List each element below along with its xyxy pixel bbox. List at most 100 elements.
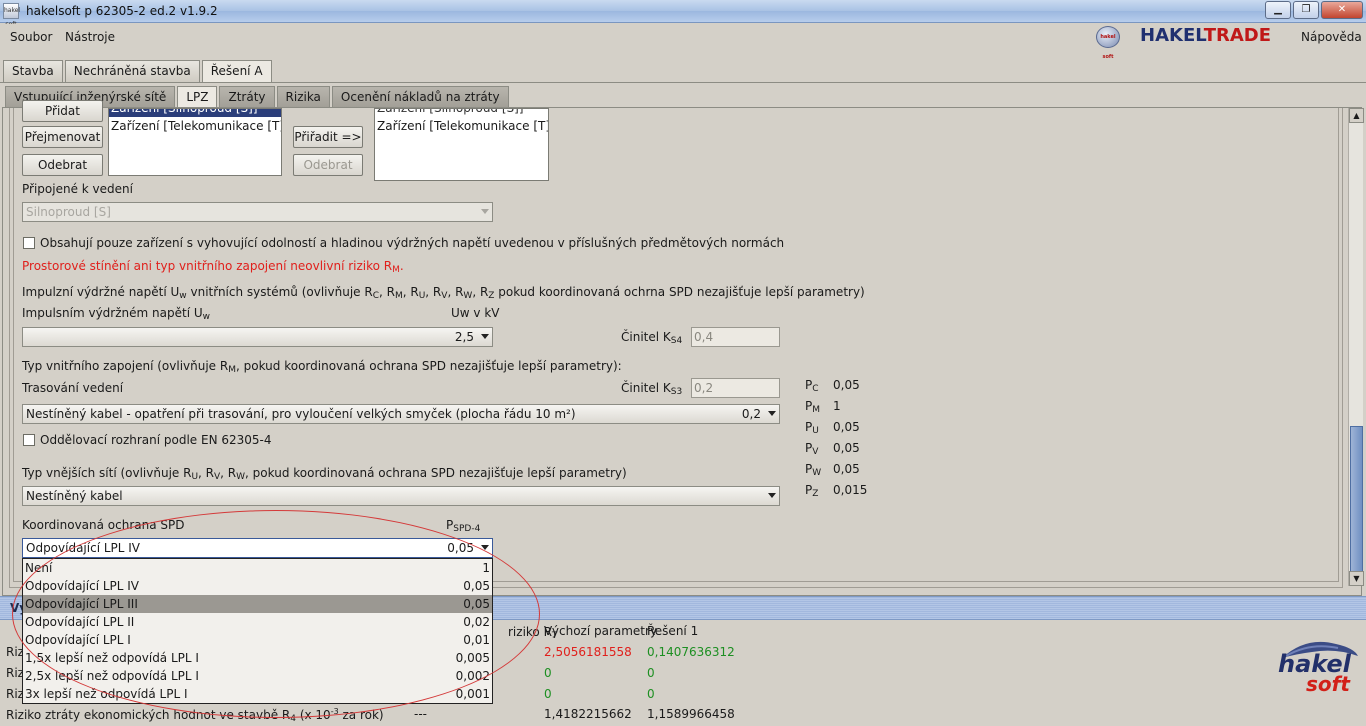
compliant-equipment-checkbox[interactable] bbox=[23, 237, 35, 249]
spd-option-label: 1,5x lepší než odpovídá LPL I bbox=[25, 651, 199, 665]
connected-label: Připojené k vedení bbox=[22, 182, 133, 196]
ks4-field[interactable]: 0,4 bbox=[691, 327, 780, 347]
prob-sub: V bbox=[812, 447, 819, 457]
prob-value: 1 bbox=[833, 399, 841, 413]
external-heading: Typ vnějších sítí (ovlivňuje RU, RV, RW,… bbox=[22, 466, 627, 482]
prob-value: 0,05 bbox=[833, 378, 860, 392]
zone-equipment-list[interactable]: Zařízení [Silnoproud [S]] Zařízení [Tele… bbox=[108, 108, 282, 176]
tab-overlay bbox=[3, 86, 1363, 108]
r4-tolerable: --- bbox=[414, 707, 427, 721]
prob-pu: PU 0,05 bbox=[805, 420, 860, 441]
brand-part2: TRADE bbox=[1203, 25, 1272, 46]
remove-button[interactable]: Odebrat bbox=[22, 154, 103, 176]
r4-label-text: Riziko ztráty ekonomických hodnot ve sta… bbox=[6, 708, 291, 722]
rename-button[interactable]: Přejmenovat bbox=[22, 126, 103, 148]
list-item[interactable]: Zařízení [Silnoproud [S]] bbox=[109, 109, 281, 117]
warning-end: . bbox=[399, 259, 404, 273]
vertical-scrollbar[interactable]: ▲ ▼ bbox=[1348, 108, 1364, 586]
spd-option-label: Odpovídající LPL I bbox=[25, 633, 131, 647]
row-solution: 0 bbox=[647, 687, 655, 701]
list-item[interactable]: Zařízení [Telekomunikace [T]] bbox=[375, 117, 548, 135]
minimize-button[interactable]: ▁ bbox=[1265, 1, 1291, 19]
routing-select[interactable]: Nestíněný kabel - opatření při trasování… bbox=[22, 404, 780, 424]
spd-option-value: 0,05 bbox=[463, 597, 490, 611]
spd-option[interactable]: 2,5x lepší než odpovídá LPL I 0,002 bbox=[23, 667, 492, 685]
prob-pv: PV 0,05 bbox=[805, 441, 860, 462]
assigned-equipment-list[interactable]: Zařízení [Silnoproud [S]] Zařízení [Tele… bbox=[374, 108, 549, 181]
spd-option[interactable]: 3x lepší než odpovídá LPL I 0,001 bbox=[23, 685, 492, 703]
external-line-select[interactable]: Nestíněný kabel bbox=[22, 486, 780, 506]
spd-option-value: 1 bbox=[482, 561, 490, 575]
r4-solution: 1,1589966458 bbox=[647, 707, 735, 721]
routing-factor: 0,2 bbox=[741, 407, 761, 421]
scroll-thumb[interactable] bbox=[1350, 426, 1363, 572]
routing-value: Nestíněný kabel - opatření při trasování… bbox=[26, 407, 576, 421]
menu-tools[interactable]: Nástroje bbox=[65, 30, 115, 44]
impulse-voltage-select[interactable]: 2,5 bbox=[22, 327, 493, 347]
list-item[interactable]: Zařízení [Silnoproud [S]] bbox=[375, 109, 548, 117]
close-button[interactable]: ✕ bbox=[1321, 1, 1363, 19]
ks3-field[interactable]: 0,2 bbox=[691, 378, 780, 398]
impulse-heading-text: Impulzní výdržné napětí U bbox=[22, 285, 180, 299]
spd-option-label: 2,5x lepší než odpovídá LPL I bbox=[25, 669, 199, 683]
tab-nechranena-stavba[interactable]: Nechráněná stavba bbox=[64, 60, 200, 82]
prob-sub: M bbox=[812, 405, 821, 415]
r4-label-sub: 4 bbox=[290, 714, 296, 724]
spd-option-value: 0,001 bbox=[455, 687, 490, 701]
r4-default: 1,4182215662 bbox=[544, 707, 632, 721]
hakelsoft-small-logo: hakel soft bbox=[1096, 26, 1120, 60]
scroll-up-arrow[interactable]: ▲ bbox=[1349, 108, 1364, 123]
prob-value: 0,05 bbox=[833, 420, 860, 434]
scroll-down-arrow[interactable]: ▼ bbox=[1349, 571, 1364, 586]
spd-option[interactable]: Odpovídající LPL II 0,02 bbox=[23, 613, 492, 631]
chevron-down-icon bbox=[768, 411, 776, 416]
menu-help[interactable]: Nápověda bbox=[1301, 30, 1362, 44]
row-solution: 0 bbox=[647, 666, 655, 680]
spd-selected-label: Odpovídající LPL IV bbox=[26, 541, 141, 555]
spd-dropdown-list[interactable]: Není 1 Odpovídající LPL IV 0,05 Odpovídají… bbox=[22, 558, 493, 704]
prob-sub: W bbox=[812, 468, 822, 478]
chevron-down-icon bbox=[481, 545, 489, 550]
spd-option-value: 0,05 bbox=[463, 579, 490, 593]
spd-option-label: Odpovídající LPL III bbox=[25, 597, 138, 611]
menu-bar: Soubor Nástroje hakel soft HAKELTRADE Ná… bbox=[0, 24, 1366, 60]
assign-button[interactable]: Přiřadit => bbox=[293, 126, 363, 148]
brand-part1: HAKEL bbox=[1140, 25, 1204, 46]
prob-sub: Z bbox=[812, 489, 819, 499]
spd-option[interactable]: Odpovídající LPL I 0,01 bbox=[23, 631, 492, 649]
hakeltrade-logo: HAKELTRADE bbox=[1140, 25, 1271, 46]
row-default: 2,5056181558 bbox=[544, 645, 632, 659]
prob-value: 0,05 bbox=[833, 441, 860, 455]
spd-option-value: 0,005 bbox=[455, 651, 490, 665]
pspd-label: PSPD-4 bbox=[446, 518, 480, 534]
spd-select[interactable]: Odpovídající LPL IV 0,05 bbox=[22, 538, 493, 558]
unassign-button[interactable]: Odebrat bbox=[293, 154, 363, 176]
prob-value: 0,05 bbox=[833, 462, 860, 476]
spd-option[interactable]: 1,5x lepší než odpovídá LPL I 0,005 bbox=[23, 649, 492, 667]
row-default: 0 bbox=[544, 666, 552, 680]
spd-option-highlighted[interactable]: Odpovídající LPL III 0,05 bbox=[23, 595, 492, 613]
internal-heading: Typ vnitřního zapojení (ovlivňuje RM, po… bbox=[22, 359, 622, 375]
tab-reseni-a[interactable]: Řešení A bbox=[201, 60, 272, 83]
connected-line-select[interactable]: Silnoproud [S] bbox=[22, 202, 493, 222]
menu-file[interactable]: Soubor bbox=[10, 30, 52, 44]
list-item[interactable]: Zařízení [Telekomunikace [T]] bbox=[109, 117, 281, 135]
title-bar: hakel soft hakelsoft p 62305-2 ed.2 v1.9… bbox=[0, 0, 1366, 28]
isolating-interface-checkbox[interactable] bbox=[23, 434, 35, 446]
spd-option[interactable]: Není 1 bbox=[23, 559, 492, 577]
r4-unit-pre: (x 10 bbox=[299, 708, 331, 722]
maximize-button[interactable]: ❐ bbox=[1293, 1, 1319, 19]
prob-sub: U bbox=[812, 426, 819, 436]
spd-option-label: Odpovídající LPL II bbox=[25, 615, 135, 629]
chevron-down-icon bbox=[481, 334, 489, 339]
warning-text: Prostorové stínění ani typ vnitřního zap… bbox=[22, 259, 404, 275]
spd-option[interactable]: Odpovídající LPL IV 0,05 bbox=[23, 577, 492, 595]
tab-stavba[interactable]: Stavba bbox=[3, 60, 63, 82]
spd-option-value: 0,01 bbox=[463, 633, 490, 647]
internal-heading-text: Typ vnitřního zapojení (ovlivňuje R bbox=[22, 359, 229, 373]
prob-pc: PC 0,05 bbox=[805, 378, 860, 399]
spd-label: Koordinovaná ochrana SPD bbox=[22, 518, 185, 532]
prob-value: 0,015 bbox=[833, 483, 868, 497]
spd-option-label: Odpovídající LPL IV bbox=[25, 579, 140, 593]
prob-pw: PW 0,05 bbox=[805, 462, 860, 483]
